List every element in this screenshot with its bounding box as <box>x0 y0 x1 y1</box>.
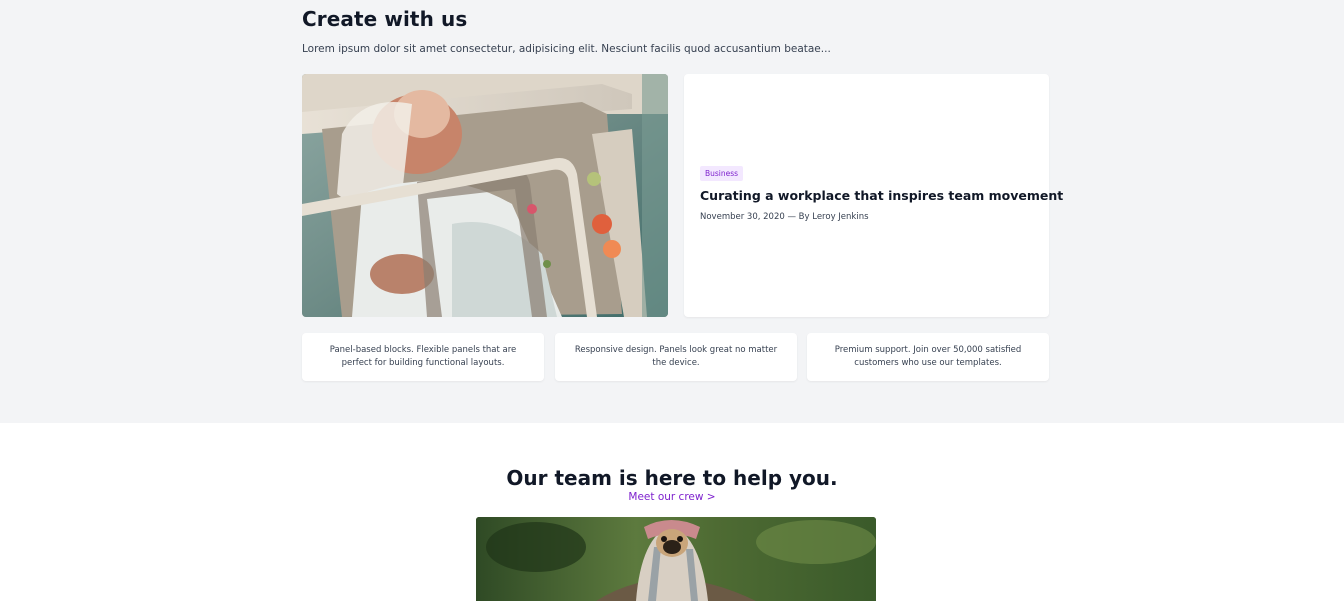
meet-crew-link[interactable]: Meet our crew > <box>0 491 1344 503</box>
category-badge[interactable]: Business <box>700 166 744 181</box>
section-subtitle: Lorem ipsum dolor sit amet consectetur, … <box>302 43 831 55</box>
section-title: Create with us <box>302 7 468 31</box>
featured-post-title[interactable]: Curating a workplace that inspires team … <box>700 188 1063 203</box>
feature-card-panels: Panel-based blocks. Flexible panels that… <box>302 333 544 381</box>
feature-text: Premium support. Join over 50,000 satisf… <box>834 345 1022 368</box>
photo-icon <box>302 74 668 317</box>
photo-icon <box>476 517 876 601</box>
team-section: Our team is here to help you. Meet our c… <box>0 423 1344 601</box>
featured-post-card[interactable]: Business Curating a workplace that inspi… <box>684 74 1063 317</box>
team-title: Our team is here to help you. <box>506 466 838 490</box>
featured-post-meta: November 30, 2020 — By Leroy Jenkins <box>700 212 869 222</box>
feature-text: Responsive design. Panels look great no … <box>574 345 778 368</box>
featured-post-image[interactable] <box>302 74 668 317</box>
feature-text: Panel-based blocks. Flexible panels that… <box>329 345 517 368</box>
feature-card-support: Premium support. Join over 50,000 satisf… <box>807 333 1049 381</box>
team-image <box>476 517 876 601</box>
create-section: Create with us Lorem ipsum dolor sit ame… <box>0 0 1344 423</box>
feature-card-responsive: Responsive design. Panels look great no … <box>555 333 797 381</box>
